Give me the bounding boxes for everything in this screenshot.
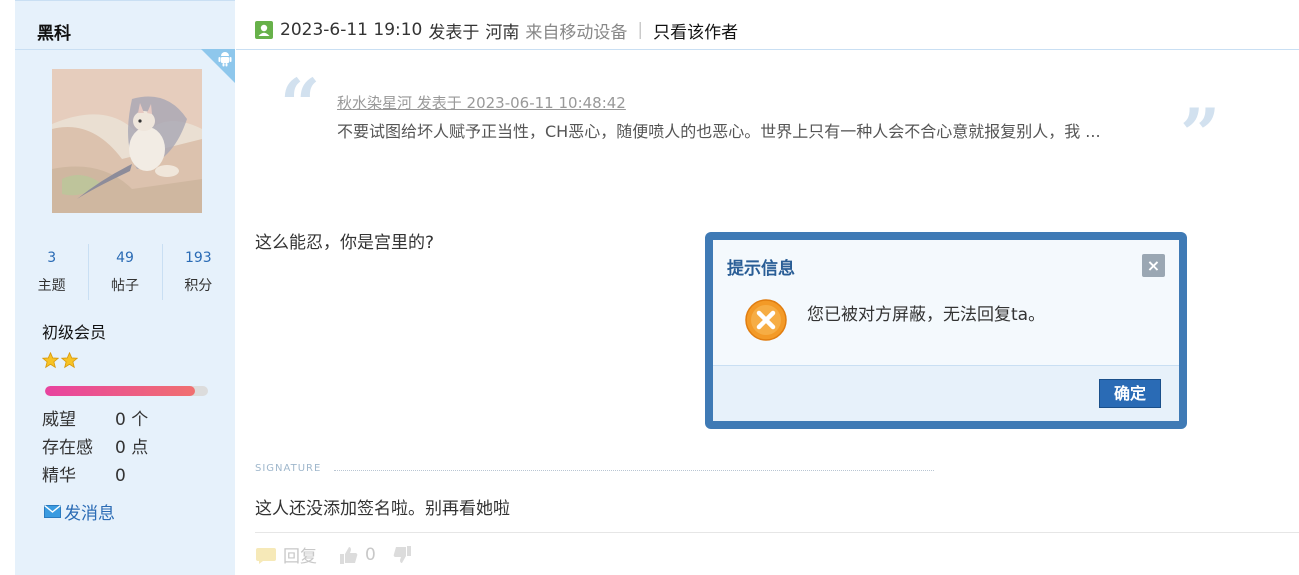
star-icon: [61, 352, 78, 369]
signature-text: 这人还没添加签名啦。别再看她啦: [255, 499, 510, 519]
attr-label: 精华: [42, 466, 76, 486]
header-separator: |: [637, 20, 644, 40]
like-count: 0: [365, 544, 376, 565]
android-icon: [218, 52, 232, 67]
stat-value[interactable]: 3: [15, 244, 88, 272]
stat-credits[interactable]: 193 积分: [161, 244, 235, 300]
signature-divider: [334, 470, 934, 471]
attr-value: 0: [115, 466, 126, 486]
stat-value[interactable]: 193: [162, 244, 235, 272]
dialog-footer: 确定: [713, 365, 1179, 421]
username[interactable]: 黑科: [37, 19, 71, 44]
attr-value: 0 点: [115, 438, 149, 458]
avatar-image: [52, 69, 202, 213]
quote-open-mark: “: [280, 63, 321, 146]
stat-label: 积分: [184, 278, 213, 294]
reply-icon: [256, 547, 276, 564]
member-level[interactable]: 初级会员: [42, 319, 106, 343]
attr-label: 威望: [42, 410, 76, 430]
attr-value: 0 个: [115, 410, 149, 430]
dialog-content: 提示信息 × 您已被对方屏蔽，无法回复ta。 确定: [713, 240, 1179, 421]
dislike-button[interactable]: [392, 545, 412, 565]
send-message-link[interactable]: 发消息: [44, 499, 115, 524]
dialog-message: 您已被对方屏蔽，无法回复ta。: [807, 305, 1046, 325]
attr-digest: 精华 0: [42, 462, 148, 490]
stat-threads[interactable]: 3 主题: [15, 244, 88, 300]
post-body: 这么能忍，你是宫里的?: [255, 233, 435, 253]
quote-close-mark: ”: [1180, 93, 1221, 176]
level-progress-bar: [45, 386, 208, 396]
thumbs-up-icon: [340, 546, 358, 564]
stat-posts[interactable]: 49 帖子: [88, 244, 161, 300]
level-stars: [42, 352, 78, 369]
reply-button[interactable]: 回复: [255, 542, 317, 567]
error-icon: [745, 299, 787, 341]
alert-dialog: 提示信息 × 您已被对方屏蔽，无法回复ta。 确定: [705, 232, 1187, 429]
quote-text: 不要试图给坏人赋予正当性，CH恶心，随便喷人的也恶心。世界上只有一种人会不合心意…: [337, 122, 1101, 141]
like-button[interactable]: 0: [339, 545, 376, 565]
thumbs-down-icon: [393, 545, 411, 563]
author-only-link[interactable]: 只看该作者: [653, 18, 738, 43]
stat-label: 帖子: [110, 278, 139, 294]
star-icon: [42, 352, 59, 369]
post-header: 2023-6-11 19:10 发表于 河南 来自移动设备 | 只看该作者: [255, 12, 738, 48]
close-button[interactable]: ×: [1142, 254, 1165, 277]
user-attributes: 威望 0 个 存在感 0 点 精华 0: [42, 406, 148, 490]
post-device: 来自移动设备: [525, 22, 628, 43]
stat-value[interactable]: 49: [88, 244, 161, 272]
post-location: 河南: [485, 22, 520, 43]
online-user-icon: [255, 21, 273, 39]
attr-label: 存在感: [42, 438, 93, 458]
stat-label: 主题: [37, 278, 66, 294]
attr-presence: 存在感 0 点: [42, 434, 148, 462]
posted-at-label: 发表于: [428, 22, 480, 43]
confirm-button[interactable]: 确定: [1099, 379, 1161, 408]
avatar[interactable]: [52, 69, 202, 213]
user-stats: 3 主题 49 帖子 193 积分: [15, 244, 235, 300]
user-sidebar: 黑科 3 主题 49 帖子 193 积分 初级会员 威望 0 个 存在感 0 点…: [15, 0, 235, 575]
post-datetime: 2023-6-11 19:10: [280, 20, 423, 40]
post-actions: 回复 0: [255, 542, 412, 567]
reply-label: 回复: [283, 547, 317, 567]
attr-prestige: 威望 0 个: [42, 406, 148, 434]
level-progress-fill: [45, 386, 195, 396]
post-header-divider: [236, 49, 1299, 50]
dialog-title: 提示信息: [727, 259, 795, 279]
post-footer-divider: [255, 532, 1299, 533]
signature-label: SIGNATURE: [255, 463, 322, 474]
mail-icon: [44, 505, 61, 518]
quote-source-link[interactable]: 秋水染星河 发表于 2023-06-11 10:48:42: [337, 92, 626, 113]
send-message-label: 发消息: [64, 504, 115, 524]
